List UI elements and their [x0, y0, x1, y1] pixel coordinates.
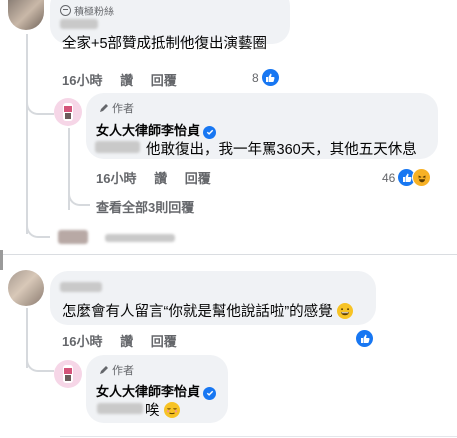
view-more-replies[interactable]: 查看全部3則回覆 — [96, 197, 194, 216]
reply-reply-link[interactable]: 回覆 — [185, 171, 211, 186]
haha-reaction-icon — [412, 168, 432, 187]
like-link[interactable]: 讚 — [120, 334, 133, 349]
comment-text: 全家+5部贊成抵制他復出演藝圈 — [62, 36, 268, 52]
collapsed-comment-redacted — [105, 234, 175, 242]
reply-reaction-count: 46 — [382, 170, 396, 185]
comment-time[interactable]: 16小時 — [62, 334, 102, 349]
grin-emoji-icon — [336, 303, 353, 319]
pencil-icon — [100, 104, 108, 112]
reaction-summary[interactable] — [356, 330, 373, 347]
author-tag: 作者 — [99, 100, 134, 116]
reply-thread-connector — [68, 190, 90, 206]
reply-text-redacted — [97, 403, 143, 414]
author-tag-label: 作者 — [112, 365, 134, 377]
fan-badge-icon — [60, 5, 71, 16]
thread-connector — [26, 222, 50, 238]
author-tag: 作者 — [99, 362, 134, 378]
commenter-name-redacted — [60, 19, 98, 29]
comment-time[interactable]: 16小時 — [62, 73, 102, 88]
bottom-divider — [60, 436, 457, 437]
reply-time[interactable]: 16小時 — [96, 171, 136, 186]
like-reaction-icon — [261, 69, 279, 86]
verified-badge-icon — [203, 386, 217, 400]
commenter-avatar[interactable] — [8, 0, 44, 30]
comment-actions: 16小時 讚 回覆 — [62, 331, 191, 350]
comment-text-content: 怎麼會有人留言“你就是幫他說話啦”的感覺 — [62, 304, 333, 320]
section-divider — [0, 254, 457, 255]
author-avatar[interactable] — [54, 98, 82, 126]
thread-line — [26, 34, 28, 234]
reaction-count: 8 — [252, 70, 259, 85]
author-name[interactable]: 女人大律師李怡貞 — [96, 381, 217, 400]
reply-link[interactable]: 回覆 — [151, 334, 177, 349]
comment-text: 怎麼會有人留言“你就是幫他說話啦”的感覺 — [62, 300, 353, 321]
commenter-name-redacted — [60, 282, 102, 292]
verified-badge-icon — [203, 125, 217, 139]
reply-reaction-summary[interactable]: 46 — [382, 168, 432, 187]
like-link[interactable]: 讚 — [120, 73, 133, 88]
section-divider — [0, 250, 3, 270]
relieved-emoji-icon — [163, 402, 180, 418]
author-avatar[interactable] — [54, 360, 82, 388]
author-name-text: 女人大律師李怡貞 — [96, 123, 201, 138]
like-reaction-icon — [356, 330, 373, 347]
reply-link[interactable]: 回覆 — [151, 73, 177, 88]
thread-connector — [26, 354, 54, 372]
commenter-avatar[interactable] — [8, 270, 44, 306]
comment-actions: 16小時 讚 回覆 — [62, 70, 191, 89]
mention-redacted — [95, 141, 140, 153]
fan-badge-label: 積極粉絲 — [74, 7, 114, 18]
fan-badge: 積極粉絲 — [60, 3, 114, 18]
author-name-text: 女人大律師李怡貞 — [96, 384, 201, 399]
reply-like-link[interactable]: 讚 — [154, 171, 167, 186]
author-reply-text: 唉 — [145, 399, 180, 420]
thread-connector — [26, 95, 54, 115]
author-name[interactable]: 女人大律師李怡貞 — [96, 120, 217, 139]
author-reply-text: 他敢復出，我一年罵360天，其他五天休息 — [146, 142, 417, 158]
reply-actions: 16小時 讚 回覆 — [96, 168, 225, 187]
author-tag-label: 作者 — [112, 103, 134, 115]
pencil-icon — [100, 366, 108, 374]
reaction-summary[interactable]: 8 — [252, 69, 279, 86]
collapsed-comment-redacted — [58, 230, 88, 244]
author-reply-text-content: 唉 — [145, 403, 160, 419]
